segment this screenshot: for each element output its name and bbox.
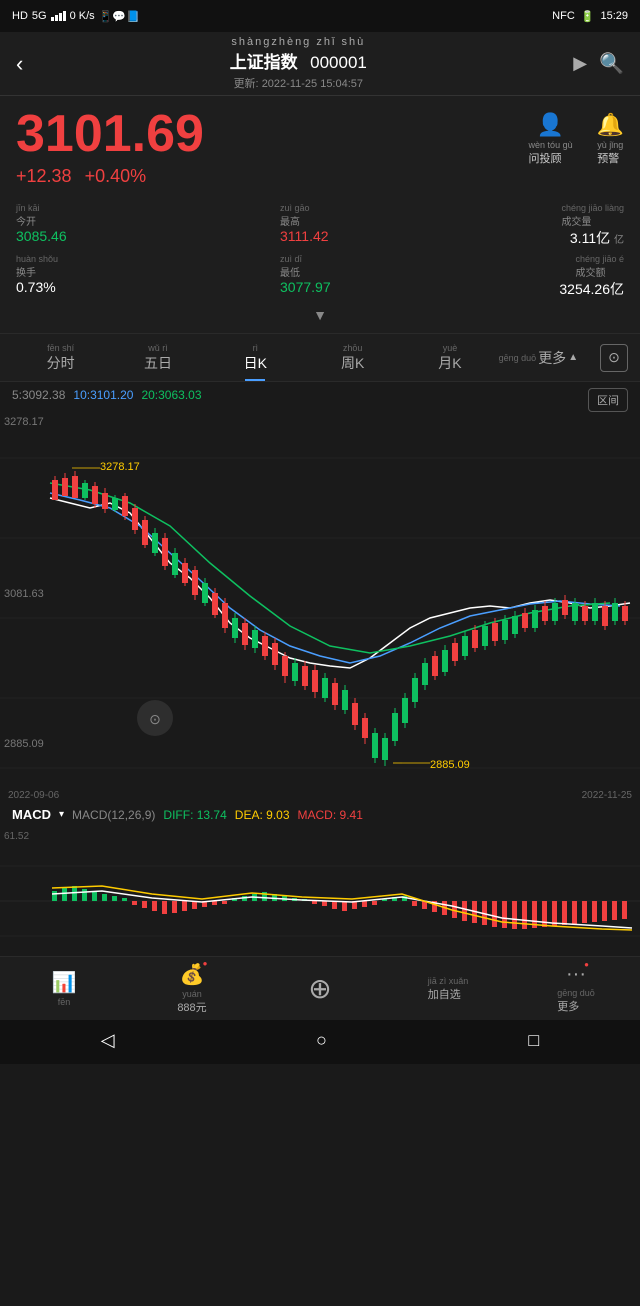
nav-stats[interactable]: 📊 fēn	[0, 970, 128, 1007]
price-change-abs: +12.38	[16, 166, 72, 186]
macd-chart[interactable]: 61.52	[0, 826, 640, 956]
advisor-button[interactable]: 👤 wèn tóu gù 问投顾	[529, 112, 573, 166]
advisor-icon: 👤	[537, 112, 564, 138]
stat-turnover: huàn shǒu 换手 0.73%	[16, 254, 96, 295]
date-end: 2022-11-25	[582, 790, 632, 801]
camera-button[interactable]: ⊙	[600, 344, 628, 372]
price-label-mid: 3081.63	[4, 588, 44, 600]
macd-y-label: 61.52	[4, 831, 29, 842]
ma20-label: 20:3063.03	[141, 388, 201, 402]
tab-rik[interactable]: rì 日K	[207, 331, 304, 385]
price-change-pct: +0.40%	[85, 166, 147, 186]
price-left: 3101.69 +12.38 +0.40%	[16, 108, 204, 187]
nfc-icon: NFC	[552, 10, 575, 22]
chart-tabs: fēn shí 分时 wǔ rì 五日 rì 日K zhōu 周K yuè 月K…	[0, 334, 640, 382]
svg-text:3278.17: 3278.17	[100, 461, 140, 473]
stats-section: jīn kāi 今开 3085.46 zuì gāo 最高 3111.42 ch…	[0, 195, 640, 334]
back-sys-button[interactable]: ◁	[101, 1030, 115, 1051]
update-time: 更新: 2022-11-25 15:04:57	[23, 75, 573, 91]
more-icon: ● ···	[566, 963, 586, 986]
system-nav: ◁ ○ □	[0, 1020, 640, 1064]
price-label-low: 2885.09	[4, 738, 44, 750]
back-button[interactable]: ‹	[16, 51, 23, 77]
status-left: HD 5G 0 K/s 📱💬📘	[12, 10, 140, 23]
stat-low: zuì dī 最低 3077.97	[280, 254, 360, 295]
stat-low-value: 3077.97	[280, 279, 331, 295]
status-time: 15:29	[600, 10, 628, 22]
signal-bars	[51, 11, 66, 21]
stat-high-value: 3111.42	[280, 228, 329, 244]
macd-header: MACD ▾ MACD(12,26,9) DIFF: 13.74 DEA: 9.…	[0, 803, 640, 826]
chart-date-labels: 2022-09-06 2022-11-25	[0, 788, 640, 803]
tab-more[interactable]: gēng duō 更多 ▲	[499, 336, 596, 380]
index-name: 上证指数	[230, 53, 298, 72]
price-section: 3101.69 +12.38 +0.40% 👤 wèn tóu gù 问投顾 🔔…	[0, 96, 640, 195]
status-hd: HD	[12, 10, 28, 22]
stats-row-1: jīn kāi 今开 3085.46 zuì gāo 最高 3111.42 ch…	[16, 203, 624, 248]
title-pinyin: shàngzhèng zhǐ shù	[23, 36, 573, 48]
nav-add[interactable]: ⊕	[256, 972, 384, 1005]
stat-turnover-value: 0.73%	[16, 279, 56, 295]
expand-button[interactable]: ▼	[16, 305, 624, 329]
svg-text:2885.09: 2885.09	[430, 759, 470, 771]
chart-container: 5:3092.38 10:3101.20 20:3063.03 区间 3278.…	[0, 382, 640, 803]
alert-button[interactable]: 🔔 yù jǐng 预警	[597, 112, 624, 166]
tab-zhouk[interactable]: zhōu 周K	[304, 331, 401, 385]
nav-watchlist[interactable]: jiā zì xuǎn 加自选	[384, 976, 512, 1002]
price-actions: 👤 wèn tóu gù 问投顾 🔔 yù jǐng 预警	[529, 112, 624, 166]
amount-icon: ● 💰	[180, 962, 205, 987]
home-button[interactable]: ○	[316, 1030, 327, 1051]
nav-more[interactable]: ● ··· gēng duō 更多	[512, 963, 640, 1014]
stat-high: zuì gāo 最高 3111.42	[280, 203, 360, 244]
kline-chart-svg: 3278.17 2885.09	[0, 408, 640, 788]
status-right: NFC 🔋 15:29	[552, 10, 628, 23]
nav-amount[interactable]: ● 💰 yuán 888元	[128, 962, 256, 1015]
main-price: 3101.69	[16, 108, 204, 160]
macd-params: MACD(12,26,9)	[72, 808, 155, 822]
price-label-high: 3278.17	[4, 416, 44, 428]
svg-text:⊙: ⊙	[149, 711, 161, 727]
play-button[interactable]: ▶	[573, 53, 587, 74]
tab-fenshi[interactable]: fēn shí 分时	[12, 331, 109, 385]
bottom-nav: 📊 fēn ● 💰 yuán 888元 ⊕ jiā zì xuǎn 加自选 ● …	[0, 956, 640, 1020]
ma5-label: 5:3092.38	[12, 388, 65, 402]
stat-volume: chéng jiāo liàng 成交量 3.11亿 亿	[544, 203, 624, 248]
stat-volume-value: 3.11亿 亿	[570, 228, 624, 248]
stat-amount: chéng jiāo é 成交额 3254.26亿	[544, 254, 624, 299]
title-main: 上证指数 000001	[23, 48, 573, 73]
status-apps: 📱💬📘	[99, 10, 140, 23]
stat-open: jīn kāi 今开 3085.46	[16, 203, 96, 244]
search-button[interactable]: 🔍	[599, 51, 624, 76]
stat-amount-value: 3254.26亿	[559, 279, 624, 299]
stat-open-value: 3085.46	[16, 228, 67, 244]
macd-value: MACD: 9.41	[298, 808, 363, 822]
macd-diff: DIFF: 13.74	[163, 808, 226, 822]
index-code: 000001	[310, 53, 367, 72]
chart-bar-icon: 📊	[52, 970, 77, 995]
date-start: 2022-09-06	[8, 790, 59, 801]
tab-wuri[interactable]: wǔ rì 五日	[109, 331, 206, 385]
header-title: shàngzhèng zhǐ shù 上证指数 000001 更新: 2022-…	[23, 36, 573, 91]
add-icon: ⊕	[308, 972, 331, 1005]
price-change: +12.38 +0.40%	[16, 166, 204, 187]
alert-icon: 🔔	[597, 112, 624, 138]
main-chart[interactable]: 3278.17 3081.63 2885.09 3278.17 2885.09	[0, 408, 640, 788]
status-data-speed: 0 K/s	[70, 10, 95, 22]
status-bar: HD 5G 0 K/s 📱💬📘 NFC 🔋 15:29	[0, 0, 640, 32]
macd-toggle[interactable]: ▾	[59, 809, 64, 820]
price-right: 👤 wèn tóu gù 问投顾 🔔 yù jǐng 预警	[529, 112, 624, 166]
stats-row-2: huàn shǒu 换手 0.73% zuì dī 最低 3077.97 ché…	[16, 254, 624, 299]
recents-button[interactable]: □	[528, 1030, 539, 1051]
battery-icon: 🔋	[581, 10, 595, 23]
status-signal: 5G	[32, 10, 47, 22]
ma10-label: 10:3101.20	[73, 388, 133, 402]
macd-chart-svg	[0, 826, 640, 956]
header-right: ▶ 🔍	[573, 51, 624, 76]
tab-yuek[interactable]: yuè 月K	[401, 331, 498, 385]
macd-section: MACD ▾ MACD(12,26,9) DIFF: 13.74 DEA: 9.…	[0, 803, 640, 956]
chart-info-bar: 5:3092.38 10:3101.20 20:3063.03	[0, 382, 640, 408]
macd-dea: DEA: 9.03	[235, 808, 290, 822]
header: ‹ shàngzhèng zhǐ shù 上证指数 000001 更新: 202…	[0, 32, 640, 96]
macd-title: MACD	[12, 807, 51, 822]
